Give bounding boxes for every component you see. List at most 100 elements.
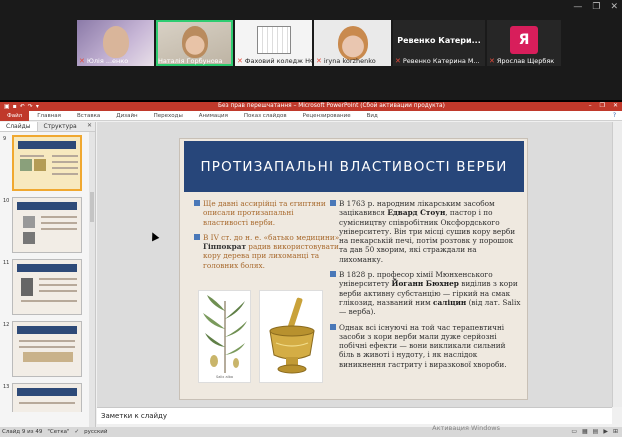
- slide-title[interactable]: ПРОТИЗАПАЛЬНІ ВЛАСТИВОСТІ ВЕРБИ: [184, 141, 524, 192]
- close-icon[interactable]: ✕: [613, 102, 618, 109]
- slide-thumb-image: [12, 383, 82, 412]
- activation-watermark: Активация Windows: [432, 424, 500, 432]
- reading-view-icon[interactable]: ▤: [593, 428, 599, 435]
- tab-slides[interactable]: Слайды: [0, 122, 38, 131]
- participant-tile[interactable]: Я ✕ Ярослав Щербяк: [487, 20, 561, 66]
- participant-name: iryna korzhenko: [323, 57, 376, 65]
- bullet-bold-name: Едвард Стоун: [387, 208, 446, 218]
- participant-video: [102, 26, 129, 58]
- minimize-icon[interactable]: —: [573, 2, 582, 12]
- language-indicator[interactable]: русский: [84, 429, 107, 435]
- tab-view[interactable]: Вид: [359, 113, 386, 119]
- close-pane-icon[interactable]: ✕: [87, 122, 92, 129]
- minimize-icon[interactable]: –: [589, 102, 592, 109]
- bullet-bold-name: Йоганн Бюхнер: [391, 279, 459, 289]
- tab-outline[interactable]: Структура: [38, 122, 83, 131]
- mic-muted-icon: ✕: [489, 57, 495, 65]
- slide-thumbnail[interactable]: 9: [0, 134, 95, 194]
- participant-name: Ревенко Катерина М...: [402, 57, 480, 65]
- right-text-column[interactable]: В 1763 р. народним лікарським засобом за…: [330, 199, 522, 375]
- ribbon-tabs: Файл Главная Вставка Дизайн Переходы Ани…: [0, 110, 622, 121]
- tab-design[interactable]: Дизайн: [108, 113, 145, 119]
- restore-icon[interactable]: ❐: [600, 102, 605, 109]
- slide-number: 9: [3, 136, 7, 142]
- bullet-item: Однак всі існуючі на той час терапевтичн…: [330, 323, 522, 369]
- bullet-square-icon: [194, 233, 200, 240]
- participant-tile[interactable]: ✕Фаховий коледж НФ...: [235, 20, 312, 66]
- bullet-item: В 1828 р. професор хімії Мюнхенського ун…: [330, 270, 522, 316]
- mic-muted-icon: ✕: [316, 57, 322, 65]
- screen: — ❐ ✕ ✕ Юлія ...енко Наталія Горбунова ✕ Ф…: [0, 0, 622, 437]
- slide-thumb-image: [12, 135, 82, 191]
- slide-counter: Слайд 9 из 49: [2, 429, 43, 435]
- tab-home[interactable]: Главная: [29, 113, 69, 119]
- current-slide[interactable]: ПРОТИЗАПАЛЬНІ ВЛАСТИВОСТІ ВЕРБИ Ще давні…: [179, 138, 528, 400]
- sorter-view-icon[interactable]: ▦: [582, 428, 588, 435]
- undo-icon[interactable]: ↶: [20, 103, 25, 110]
- app-icon[interactable]: ▣: [4, 103, 10, 110]
- normal-view-icon[interactable]: ▭: [571, 428, 577, 435]
- bullet-square-icon: [330, 323, 336, 330]
- bullet-item: В IV ст. до н. е. «батько медицини» Гіпп…: [194, 233, 340, 270]
- tab-review[interactable]: Рецензирование: [295, 113, 359, 119]
- mic-muted-icon: ✕: [79, 57, 85, 65]
- tab-animation[interactable]: Анимация: [191, 113, 236, 119]
- participant-video: [181, 26, 208, 58]
- save-icon[interactable]: ▪: [13, 103, 17, 110]
- quick-access-toolbar: ▣ ▪ ↶ ↷ ▾: [4, 103, 39, 110]
- title-bar: ▣ ▪ ↶ ↷ ▾ Без прав перешчатання – Micros…: [0, 102, 622, 111]
- participant-name: Ярослав Щербяк: [496, 57, 555, 65]
- slide-thumbnail[interactable]: 13: [0, 382, 95, 412]
- notes-area[interactable]: Заметки к слайду: [97, 407, 612, 424]
- slide-number: 13: [3, 384, 10, 390]
- slideshow-view-icon[interactable]: ▶: [603, 428, 608, 435]
- image-caption: Salix alba: [216, 375, 233, 379]
- participant-tile[interactable]: Ревенко Катери... ✕ Ревенко Катерина М...: [393, 20, 485, 66]
- participant-display-name: Ревенко Катери...: [397, 36, 481, 45]
- help-icon[interactable]: ?: [613, 112, 616, 119]
- window-controls: — ❐ ✕: [573, 2, 618, 12]
- participant-name: Фаховий коледж НФ...: [244, 57, 312, 65]
- restore-icon[interactable]: ❐: [592, 2, 600, 12]
- close-icon[interactable]: ✕: [610, 2, 618, 12]
- participant-tile[interactable]: ✕ iryna korzhenko: [314, 20, 391, 66]
- bullet-bold-term: саліцин: [433, 297, 467, 307]
- tab-transitions[interactable]: Переходы: [146, 113, 191, 119]
- thumbnail-scrollbar[interactable]: [89, 132, 95, 427]
- tab-file[interactable]: Файл: [0, 110, 30, 121]
- window-title: Без прав перешчатання – Microsoft PowerP…: [218, 103, 445, 109]
- bullet-square-icon: [330, 200, 336, 206]
- mortar-pestle-image[interactable]: [259, 290, 323, 383]
- fit-icon[interactable]: ⊞: [613, 428, 618, 435]
- bullet-square-icon: [330, 271, 336, 278]
- avatar: Я: [510, 26, 538, 54]
- slide-thumb-image: [12, 259, 82, 315]
- bullet-square-icon: [194, 200, 200, 206]
- participant-video: [337, 26, 368, 60]
- bullet-text: Однак всі існуючі на той час терапевтичн…: [339, 322, 507, 369]
- tab-slideshow[interactable]: Показ слайдов: [236, 113, 295, 119]
- tab-insert[interactable]: Вставка: [69, 113, 108, 119]
- slide-thumbnail[interactable]: 12: [0, 320, 95, 380]
- redo-icon[interactable]: ↷: [28, 103, 33, 110]
- dropdown-icon[interactable]: ▾: [36, 103, 39, 110]
- slides-pane: Слайды Структура ✕ 9 10 11 12 13: [0, 122, 96, 427]
- participant-tile[interactable]: ✕ Юлія ...енко: [77, 20, 154, 66]
- zoom-participants-bar: — ❐ ✕ ✕ Юлія ...енко Наталія Горбунова ✕ Ф…: [0, 0, 622, 100]
- bullet-text: , пастор і по сумісництву співробітник О…: [339, 208, 516, 264]
- bullet-item: В 1763 р. народним лікарським засобом за…: [330, 199, 522, 264]
- slide-scrollbar[interactable]: [612, 122, 622, 407]
- slide-thumbnail[interactable]: 11: [0, 258, 95, 318]
- participant-tile-active[interactable]: Наталія Горбунова: [156, 20, 233, 66]
- bullet-text: В IV ст. до н. е. «батько медицини»: [203, 232, 340, 242]
- spellcheck-icon[interactable]: ✓: [75, 429, 80, 435]
- mic-muted-icon: ✕: [237, 57, 243, 65]
- bullet-item: Ще давні ассирійці та єгиптяни описали п…: [194, 199, 340, 227]
- slide-number: 11: [3, 260, 10, 266]
- participant-video: [256, 26, 291, 54]
- left-text-column[interactable]: Ще давні ассирійці та єгиптяни описали п…: [194, 199, 340, 276]
- willow-illustration[interactable]: Salix alba: [198, 290, 251, 383]
- slide-number: 10: [3, 198, 10, 204]
- status-bar: Слайд 9 из 49 "Сетка" ✓ русский ▭ ▦ ▤ ▶ …: [0, 427, 622, 437]
- slide-thumbnail[interactable]: 10: [0, 196, 95, 256]
